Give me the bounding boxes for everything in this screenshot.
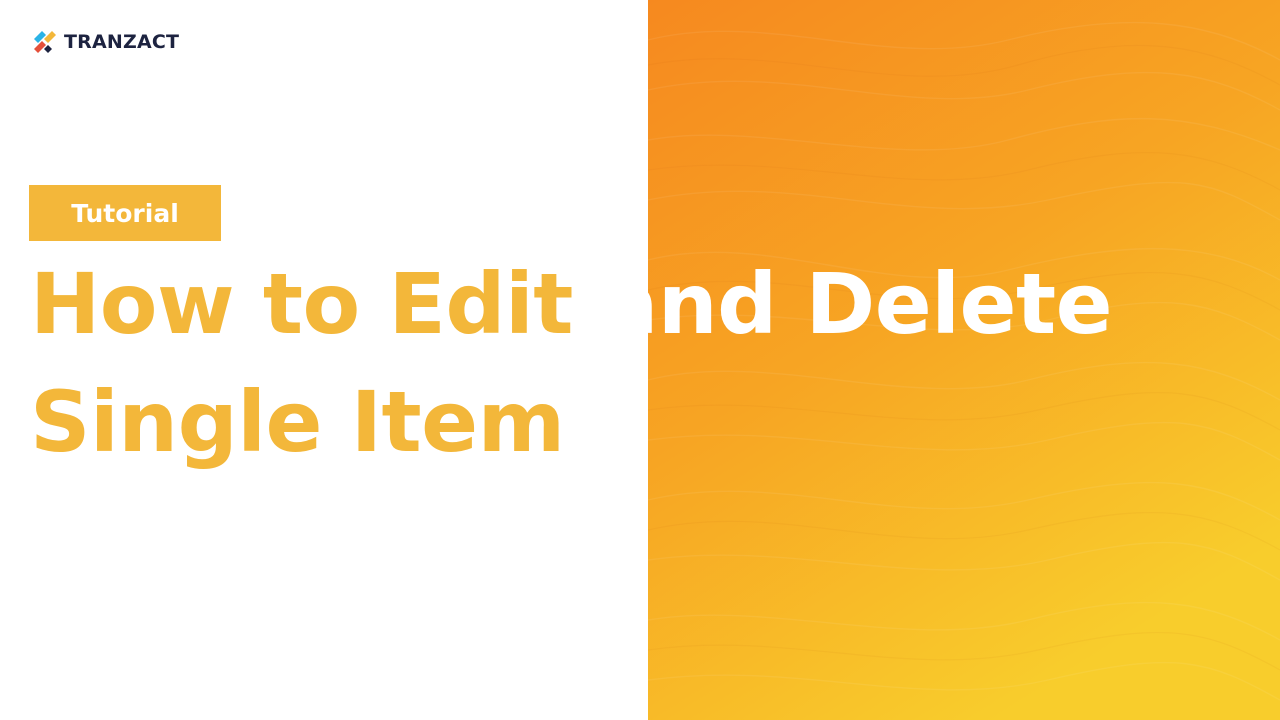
headline-line-1-part-1: How to Edit: [30, 255, 573, 353]
tutorial-badge-label: Tutorial: [71, 198, 179, 228]
right-gradient-panel: [648, 0, 1280, 720]
headline-line-1: How to Edit and Delete: [30, 262, 1113, 346]
left-white-panel: [0, 0, 648, 720]
tranzact-logo-icon: [34, 31, 56, 53]
brand-name: TRANZACT: [64, 31, 180, 53]
wood-grain-gradient: [648, 0, 1280, 720]
thumbnail-canvas: TRANZACT Tutorial How to Edit and Delete…: [0, 0, 1280, 720]
tutorial-badge: Tutorial: [29, 185, 221, 241]
headline-line-1-part-2: and Delete: [601, 255, 1113, 353]
brand-logo: TRANZACT: [30, 26, 179, 58]
headline-line-2: Single Item: [30, 373, 565, 471]
